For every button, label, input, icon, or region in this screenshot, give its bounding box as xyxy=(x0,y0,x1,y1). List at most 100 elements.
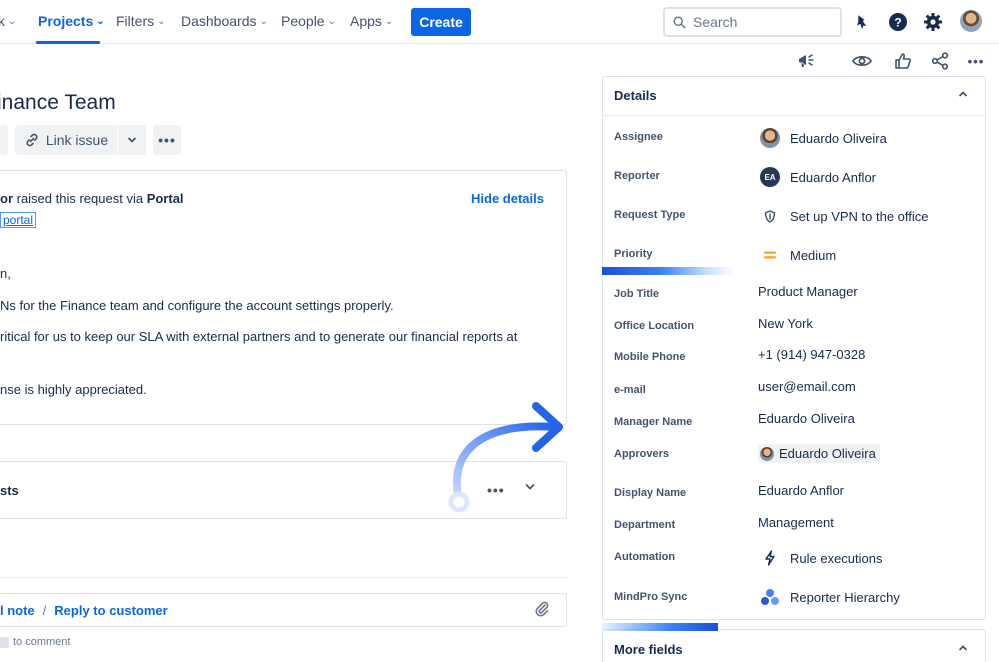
raised-text: raised this request via xyxy=(13,191,147,206)
manager-name-value[interactable]: Eduardo Oliveira xyxy=(758,411,855,426)
more-icon[interactable]: ••• xyxy=(965,48,987,74)
department-value[interactable]: Management xyxy=(758,515,834,530)
active-nav-indicator xyxy=(36,41,100,44)
highlight-bar xyxy=(602,623,718,631)
assignee-field[interactable]: Eduardo Oliveira xyxy=(760,128,887,148)
manager-name-label: Manager Name xyxy=(614,416,693,428)
chevron-down-icon: ⌄ xyxy=(96,16,105,27)
toolbar-button[interactable] xyxy=(0,125,8,155)
hide-details-link[interactable]: Hide details xyxy=(471,191,544,206)
divider xyxy=(0,577,567,578)
nav-label: Dashboards xyxy=(181,13,257,29)
automation-label: Automation xyxy=(614,551,676,563)
chevron-up-icon[interactable] xyxy=(957,88,969,103)
comment-actions: l note / Reply to customer xyxy=(0,603,168,618)
help-icon[interactable]: ? xyxy=(886,10,910,34)
nav-label: Filters xyxy=(116,13,155,29)
decorative-arrow-icon xyxy=(448,402,563,513)
priority-label: Priority xyxy=(614,248,653,260)
mobile-phone-value[interactable]: +1 (914) 947-0328 xyxy=(758,347,865,362)
approvers-field[interactable]: Eduardo Oliveira xyxy=(758,444,880,463)
search-input[interactable]: Search xyxy=(663,7,842,37)
search-icon xyxy=(673,15,686,29)
priority-field[interactable]: Medium xyxy=(760,245,836,265)
chevron-down-icon: ⌄ xyxy=(259,16,268,27)
pro-tip-text: to comment xyxy=(13,636,71,648)
approvers-label: Approvers xyxy=(614,448,670,460)
nav-label: k xyxy=(0,13,5,29)
mobile-phone-label: Mobile Phone xyxy=(614,351,686,363)
details-header[interactable] xyxy=(602,76,986,116)
chevron-down-icon: ⌄ xyxy=(8,16,17,27)
office-location-value[interactable]: New York xyxy=(758,316,813,331)
chevron-down-icon xyxy=(128,137,136,143)
approvals-label: sts xyxy=(0,483,19,498)
description-line: n, xyxy=(0,266,11,281)
top-navigation: k ⌄ Projects ⌄ Filters ⌄ Dashboards ⌄ Pe… xyxy=(0,0,999,44)
key-m-icon xyxy=(0,636,9,648)
link-issue-label: Link issue xyxy=(45,132,109,148)
avatar xyxy=(760,128,780,148)
more-icon: ••• xyxy=(158,132,176,148)
nav-your-work[interactable]: k ⌄ xyxy=(0,13,16,29)
chevron-down-icon: ⌄ xyxy=(384,16,394,27)
avatar xyxy=(760,446,774,461)
priority-value: Medium xyxy=(790,247,837,263)
nav-projects[interactable]: Projects ⌄ xyxy=(38,13,105,29)
add-internal-note-link[interactable]: l note xyxy=(0,603,35,618)
watch-icon[interactable] xyxy=(851,48,873,74)
mindpro-sync-label: MindPro Sync xyxy=(614,591,688,603)
issue-title[interactable]: inance Team xyxy=(0,91,116,115)
feedback-icon[interactable] xyxy=(796,48,818,74)
request-type-value: Set up VPN to the office xyxy=(790,208,929,224)
automation-field[interactable]: Rule executions xyxy=(760,548,883,568)
more-actions-button[interactable]: ••• xyxy=(153,125,181,155)
display-name-value[interactable]: Eduardo Anflor xyxy=(758,483,844,498)
notifications-icon[interactable] xyxy=(850,10,874,34)
nav-dashboards[interactable]: Dashboards ⌄ xyxy=(181,13,268,29)
raised-via-text: or raised this request via Portal xyxy=(0,191,184,206)
nav-filters[interactable]: Filters ⌄ xyxy=(116,13,166,29)
display-name-label: Display Name xyxy=(614,487,687,499)
requester-name[interactable]: or xyxy=(0,191,13,206)
email-value[interactable]: user@email.com xyxy=(758,379,856,394)
reply-to-customer-link[interactable]: Reply to customer xyxy=(54,603,167,618)
nav-label: Projects xyxy=(38,13,94,29)
like-icon[interactable] xyxy=(892,48,914,74)
attachment-icon[interactable] xyxy=(534,600,550,623)
nav-apps[interactable]: Apps ⌄ xyxy=(350,13,393,29)
request-type-label: Request Type xyxy=(614,209,686,221)
reporter-label: Reporter xyxy=(614,170,660,182)
request-type-field[interactable]: Set up VPN to the office xyxy=(760,206,929,226)
create-button[interactable]: Create xyxy=(411,8,471,36)
pro-tip: to comment xyxy=(0,636,70,648)
reporter-field[interactable]: EA Eduardo Anflor xyxy=(760,167,876,187)
link-issue-button[interactable]: Link issue xyxy=(15,125,117,155)
link-issue-dropdown[interactable] xyxy=(118,125,146,155)
portal-link[interactable]: portal xyxy=(0,212,37,228)
share-icon[interactable] xyxy=(929,48,951,74)
job-title-label: Job Title xyxy=(614,288,660,300)
avatar: EA xyxy=(760,167,780,187)
hierarchy-icon xyxy=(760,587,780,607)
nav-people[interactable]: People ⌄ xyxy=(281,13,336,29)
settings-icon[interactable] xyxy=(921,10,945,34)
description-line: Ns for the Finance team and configure th… xyxy=(0,298,394,313)
search-placeholder: Search xyxy=(693,14,738,30)
approvers-value: Eduardo Oliveira xyxy=(779,446,876,461)
more-fields-title: More fields xyxy=(614,642,683,657)
chevron-down-icon: ⌄ xyxy=(157,16,166,27)
highlight-bar xyxy=(602,267,734,275)
priority-medium-icon xyxy=(760,245,780,265)
mindpro-sync-field[interactable]: Reporter Hierarchy xyxy=(760,587,900,607)
automation-value: Rule executions xyxy=(790,550,883,566)
user-avatar[interactable] xyxy=(960,10,982,32)
nav-label: Apps xyxy=(350,13,382,29)
chevron-up-icon[interactable] xyxy=(957,642,969,657)
description-line: ritical for us to keep our SLA with exte… xyxy=(0,329,518,344)
job-title-value[interactable]: Product Manager xyxy=(758,284,858,299)
department-label: Department xyxy=(614,519,676,531)
svg-text:?: ? xyxy=(894,16,901,30)
assignee-label: Assignee xyxy=(614,131,663,143)
reporter-value: Eduardo Anflor xyxy=(790,169,877,185)
